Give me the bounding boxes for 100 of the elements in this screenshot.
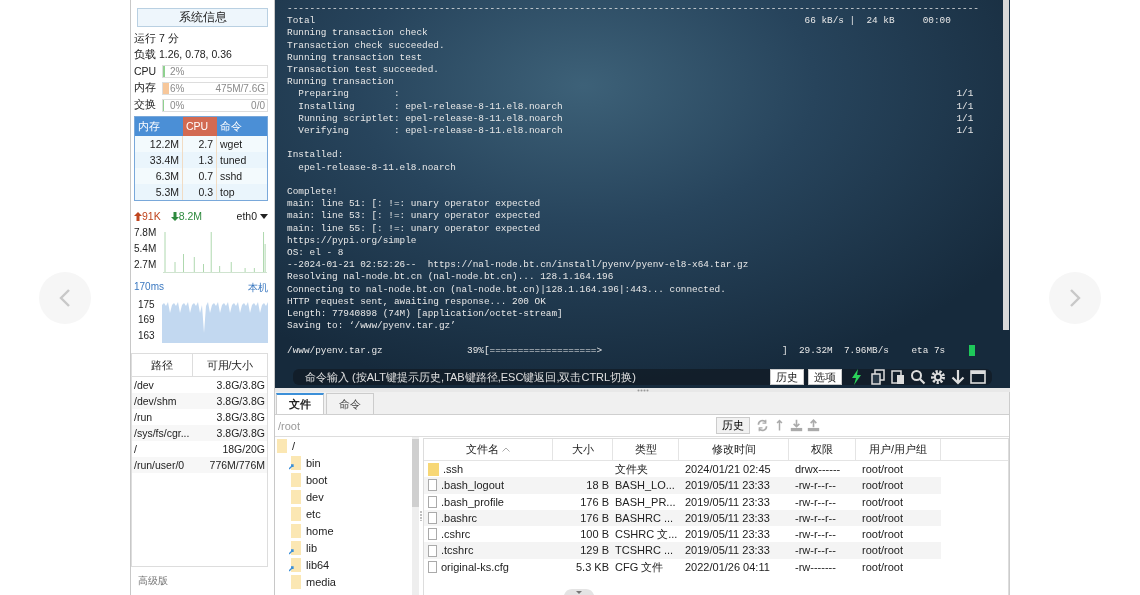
tree-item[interactable]: boot: [306, 473, 328, 486]
axis-label: 7.8M: [134, 226, 158, 238]
scroll-down-icon[interactable]: [564, 589, 594, 595]
table-cell-text: root/root: [861, 559, 904, 575]
search-icon[interactable]: [910, 369, 926, 386]
meter-percent: 2%: [170, 65, 185, 77]
sort-caret-icon: [502, 447, 510, 452]
table-cell-text: root/root: [861, 494, 904, 510]
tree-item[interactable]: etc: [306, 507, 321, 520]
history-button[interactable]: 历史: [716, 417, 750, 434]
scrollbar[interactable]: [412, 437, 419, 595]
column-header[interactable]: 权限: [789, 439, 856, 460]
table-cell-text: /: [134, 442, 137, 457]
column-header[interactable]: CPU: [183, 117, 217, 136]
download-arrow-icon: [170, 211, 179, 221]
edition-label: 高级版: [137, 574, 169, 588]
table-cell-text: 176 B: [579, 494, 610, 510]
file-name[interactable]: .bash_logout: [441, 477, 504, 494]
table-cell-text: root/root: [861, 510, 904, 526]
copy-icon[interactable]: [870, 369, 886, 386]
terminal-line: Complete!: [287, 186, 338, 199]
terminal-line: Connecting to nal-node.bt.cn (nal-node.bt.cn)|128.1.164.196|:443... connected.: [287, 283, 726, 296]
table-cell-text: -rw-r--r--: [794, 494, 837, 510]
terminal-line: Preparing : 1/1: [297, 88, 974, 101]
command-field[interactable]: 命令输入 (按ALT键提示历史,TAB键路径,ESC键返回,双击CTRL切换) 历史 选项: [293, 369, 992, 386]
down-arrow-icon[interactable]: [950, 369, 966, 386]
terminal-line: HTTP request sent, awaiting response... 200 OK: [287, 295, 546, 309]
settings-icon[interactable]: [930, 369, 946, 386]
table-cell-text: root/root: [861, 478, 904, 494]
file-name[interactable]: .cshrc: [441, 526, 471, 543]
file-name[interactable]: .bash_profile: [441, 493, 504, 510]
toolbar-button[interactable]: 历史: [770, 369, 804, 386]
table-cell: 5.3M: [135, 184, 183, 200]
chevron-left-icon[interactable]: [59, 287, 71, 308]
chevron-right-icon[interactable]: [1069, 287, 1081, 308]
table-cell-text: /sys/fs/cgr...: [134, 426, 190, 441]
meter-detail: 475M/7.6G: [215, 82, 265, 94]
terminal-line: Length: 77940898 (74M) [application/octet-stream]: [287, 308, 563, 321]
tree-item[interactable]: dev: [306, 490, 324, 503]
download-icon[interactable]: [790, 419, 803, 432]
terminal-line: OS: el - 8: [287, 247, 344, 260]
table-cell-text: BASHRC ...: [614, 510, 675, 526]
tree-item[interactable]: lib64: [306, 558, 330, 571]
terminal-line: Transaction check succeeded.: [287, 39, 445, 52]
terminal-line: Transaction test succeeded.: [287, 64, 439, 77]
table-cell-text: CSHRC 文...: [614, 527, 679, 543]
table-cell-text: 2022/01/26 04:11: [684, 559, 771, 575]
table-cell-text: /dev: [134, 378, 154, 393]
table-cell-text: root/root: [861, 462, 904, 477]
toolbar-button[interactable]: 选项: [808, 369, 842, 386]
tree-item[interactable]: home: [306, 524, 334, 537]
file-name[interactable]: original-ks.cfg: [441, 558, 509, 576]
refresh-icon[interactable]: [756, 419, 769, 432]
table-cell-text: /dev/shm: [134, 394, 177, 409]
meter-label: 内存: [134, 81, 157, 95]
terminal-line: ---------------------------------------------------------------------------------------------------------------------------: [287, 3, 979, 16]
table-cell-text: drwx------: [794, 462, 842, 477]
terminal-line: Running scriptlet: epel-release-8-11.el8.noarch 1/1: [297, 112, 974, 126]
terminal-line: main: line 53: [: !=: unary operator expected: [287, 210, 541, 223]
file-name[interactable]: .bashrc: [441, 509, 478, 527]
table-cell: 0.3: [183, 184, 217, 200]
command-input[interactable]: 命令输入 (按ALT键提示历史,TAB键路径,ESC键返回,双击CTRL切换): [303, 370, 766, 385]
tree-item[interactable]: lib: [306, 541, 317, 554]
terminal-line: Verifying : epel-release-8-11.el8.noarch 1/1: [297, 125, 974, 138]
column-header[interactable]: 大小: [553, 439, 613, 460]
interface-name[interactable]: eth0: [236, 210, 257, 222]
table-cell-text: 文件夹: [614, 462, 649, 477]
terminal-line: main: line 55: [: !=: unary operator expected: [287, 222, 541, 235]
dropdown-caret-icon[interactable]: [260, 213, 268, 219]
axis-label: 175: [138, 299, 156, 311]
meter-percent: 6%: [170, 82, 185, 94]
upload-icon[interactable]: [807, 419, 820, 432]
column-header[interactable]: 修改时间: [679, 439, 789, 460]
tree-item[interactable]: bin: [306, 456, 321, 469]
tab[interactable]: 文件: [276, 393, 324, 414]
paste-icon[interactable]: [890, 369, 906, 386]
table-cell-text: BASH_LO...: [614, 478, 676, 494]
table-cell-text: 18 B: [585, 478, 610, 494]
column-header[interactable]: 文件名: [424, 439, 553, 460]
upload-arrow-icon: [134, 211, 142, 221]
uptime-text: 运行 7 分: [134, 32, 180, 45]
tree-item[interactable]: /: [292, 439, 296, 452]
terminal-line: Running transaction: [287, 76, 394, 89]
column-header[interactable]: 类型: [613, 439, 679, 460]
table-cell-text: CFG 文件: [614, 559, 665, 575]
scrollbar[interactable]: [1003, 0, 1009, 330]
file-name[interactable]: .ssh: [443, 461, 464, 478]
axis-label: 2.7M: [134, 258, 158, 270]
table-cell-text: 776M/776M: [209, 458, 265, 473]
file-name[interactable]: .tcshrc: [441, 542, 474, 559]
column-header[interactable]: 用户/用户组: [856, 439, 941, 460]
table-cell-text: 176 B: [579, 510, 610, 526]
meter-label: 交换: [134, 98, 157, 112]
tab[interactable]: 命令: [326, 393, 374, 414]
grip-icon[interactable]: [636, 388, 649, 392]
system-info-button[interactable]: 系统信息: [137, 8, 268, 27]
tree-item[interactable]: media: [306, 575, 336, 588]
table-cell-text: top: [219, 185, 236, 200]
window-icon[interactable]: [970, 369, 986, 386]
terminal-line: main: line 51: [: !=: unary operator expected: [287, 198, 541, 211]
